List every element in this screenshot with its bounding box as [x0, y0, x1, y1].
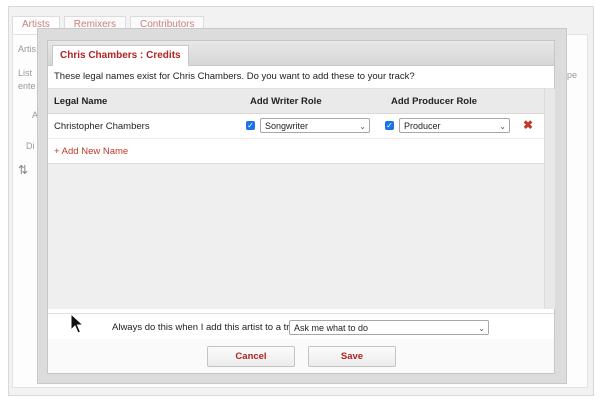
- add-new-name-link[interactable]: + Add New Name: [54, 146, 128, 157]
- producer-role-checkbox[interactable]: ✓: [385, 121, 394, 130]
- legal-name-cell: Christopher Chambers: [54, 121, 150, 132]
- producer-role-value: Producer: [404, 121, 441, 131]
- sort-arrows-icon: ⇅: [18, 163, 29, 177]
- default-action-value: Ask me what to do: [294, 323, 369, 333]
- column-header-writer-role: Add Writer Role: [250, 96, 322, 107]
- cancel-button[interactable]: Cancel: [207, 346, 295, 367]
- writer-role-value: Songwriter: [265, 121, 309, 131]
- default-action-select[interactable]: Ask me what to do ⌄: [289, 320, 489, 335]
- credits-grid: Legal Name Add Writer Role Add Producer …: [48, 89, 554, 309]
- chevron-down-icon: ⌄: [478, 324, 485, 333]
- dialog-header: Chris Chambers : Credits: [48, 41, 554, 66]
- bg-text-fragment: Di: [26, 141, 35, 151]
- default-action-label: Always do this when I add this artist to…: [112, 322, 310, 333]
- column-header-producer-role: Add Producer Role: [391, 96, 478, 107]
- chevron-down-icon: ⌄: [499, 122, 506, 131]
- bg-text-fragment: ente: [18, 81, 36, 91]
- chevron-down-icon: ⌄: [359, 122, 366, 131]
- bg-text-fragment: List: [18, 68, 33, 78]
- credits-dialog: Chris Chambers : Credits These legal nam…: [47, 40, 555, 374]
- writer-role-select[interactable]: Songwriter ⌄: [260, 118, 370, 133]
- dialog-footer: Cancel Save: [48, 339, 554, 373]
- save-button[interactable]: Save: [308, 346, 396, 367]
- add-name-row: + Add New Name: [48, 139, 554, 164]
- default-action-row: Always do this when I add this artist to…: [48, 313, 554, 341]
- mouse-pointer-icon: [70, 313, 84, 334]
- producer-role-select[interactable]: Producer ⌄: [399, 118, 510, 133]
- bg-text-fragment: pe: [567, 70, 578, 80]
- table-row: Christopher Chambers ✓ Songwriter ⌄ ✓ Pr…: [48, 114, 554, 139]
- dialog-intro-text: These legal names exist for Chris Chambe…: [48, 66, 554, 89]
- dialog-title: Chris Chambers : Credits: [52, 45, 189, 66]
- grid-scrollbar[interactable]: [544, 89, 555, 309]
- writer-role-checkbox[interactable]: ✓: [246, 121, 255, 130]
- column-header-legal-name: Legal Name: [54, 96, 108, 107]
- bg-text-fragment: Artis: [18, 44, 36, 54]
- remove-x-icon[interactable]: ✖: [523, 119, 533, 131]
- grid-header: Legal Name Add Writer Role Add Producer …: [48, 89, 554, 114]
